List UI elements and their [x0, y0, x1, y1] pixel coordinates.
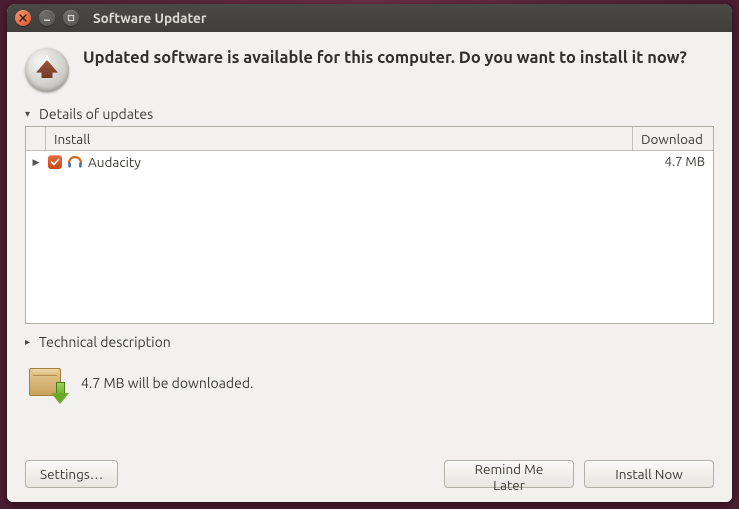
details-label: Details of updates: [39, 106, 153, 122]
row-app-name: Audacity: [86, 154, 653, 170]
row-expand-toggle[interactable]: ▶: [26, 157, 46, 168]
column-install[interactable]: Install: [46, 127, 633, 150]
window-title: Software Updater: [93, 10, 206, 26]
titlebar[interactable]: Software Updater: [7, 4, 732, 32]
updates-list: Install Download ▶: [25, 126, 714, 324]
software-updater-icon: [25, 48, 69, 92]
software-updater-window: Software Updater Updated software is ava…: [7, 4, 732, 502]
list-body[interactable]: ▶ Audacity 4.7 MB: [26, 151, 713, 323]
triangle-right-icon: ▶: [33, 157, 40, 168]
app-icon: [64, 155, 86, 169]
package-download-icon: [25, 364, 69, 402]
technical-expander[interactable]: ▸ Technical description: [25, 334, 714, 350]
download-summary-text: 4.7 MB will be downloaded.: [81, 375, 253, 391]
button-bar: Settings… Remind Me Later Install Now: [25, 442, 714, 488]
minimize-icon: [43, 14, 51, 22]
remind-later-button[interactable]: Remind Me Later: [444, 460, 574, 488]
content-area: Updated software is available for this c…: [7, 32, 732, 502]
close-button[interactable]: [15, 10, 31, 26]
list-item[interactable]: ▶ Audacity 4.7 MB: [26, 151, 713, 173]
close-icon: [19, 14, 27, 22]
install-now-button[interactable]: Install Now: [584, 460, 714, 488]
list-header: Install Download: [26, 127, 713, 151]
audacity-icon: [67, 155, 83, 169]
header-row: Updated software is available for this c…: [25, 48, 714, 92]
technical-label: Technical description: [39, 334, 171, 350]
triangle-right-icon: ▸: [25, 336, 35, 348]
row-download-size: 4.7 MB: [653, 155, 705, 169]
maximize-button[interactable]: [63, 10, 79, 26]
settings-button[interactable]: Settings…: [25, 460, 118, 488]
row-checkbox[interactable]: [46, 154, 64, 170]
maximize-icon: [67, 14, 75, 22]
headline: Updated software is available for this c…: [83, 48, 687, 69]
column-checkbox[interactable]: [26, 127, 46, 150]
column-download[interactable]: Download: [633, 127, 713, 150]
triangle-down-icon: ▾: [25, 108, 35, 120]
window-controls: [15, 10, 79, 26]
checkbox-checked-icon: [48, 155, 62, 169]
details-expander[interactable]: ▾ Details of updates: [25, 106, 714, 122]
minimize-button[interactable]: [39, 10, 55, 26]
download-summary: 4.7 MB will be downloaded.: [25, 364, 714, 402]
